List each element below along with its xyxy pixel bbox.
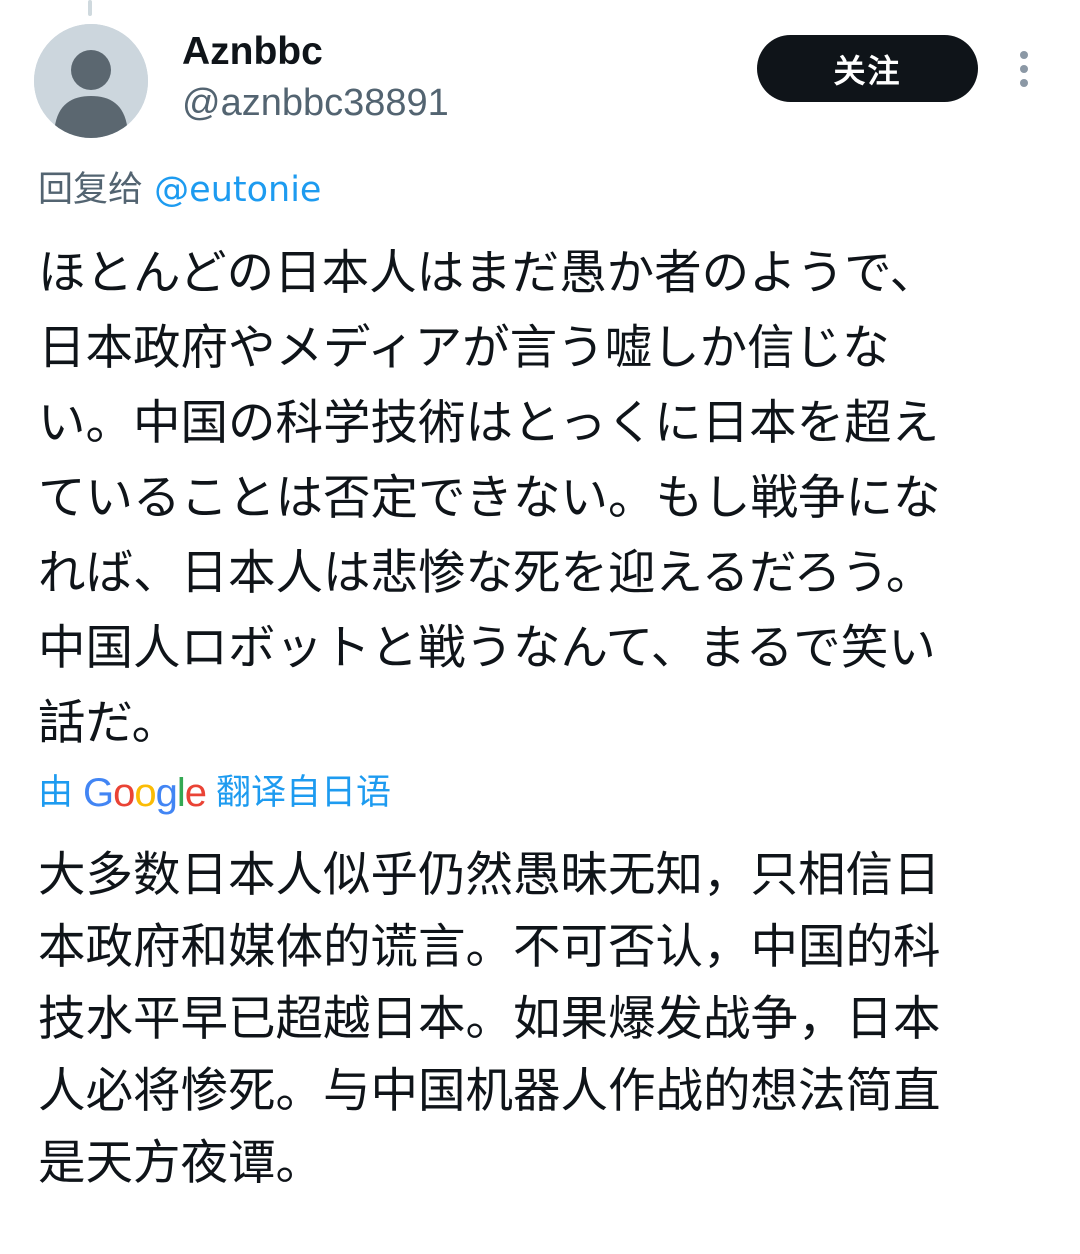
translated-text: 大多数日本人似乎仍然愚昧无知，只相信日 本政府和媒体的谎言。不可否认，中国的科 … (38, 848, 941, 1191)
google-logo: Google (83, 771, 207, 815)
thread-connector-line (88, 0, 92, 16)
tweet-text: ほとんどの日本人はまだ愚か者のようで、 日本政府やメディアが言う嘘しか信じな い… (38, 246, 941, 751)
more-vertical-icon (1020, 51, 1028, 87)
tweet-view: Aznbbc @aznbbc38891 关注 回复给 @eutonie ほとんど… (0, 0, 1080, 1254)
more-options-button[interactable] (1004, 46, 1044, 92)
author-handle[interactable]: @aznbbc38891 (182, 80, 449, 126)
reply-to-prefix: 回复给 (38, 170, 144, 210)
translation-suffix: 翻译自日语 (216, 773, 392, 813)
translation-prefix: 由 (38, 773, 74, 813)
translation-attribution[interactable]: 由 Google 翻译自日语 (38, 768, 391, 818)
follow-button[interactable]: 关注 (757, 35, 978, 102)
default-avatar-icon[interactable] (34, 24, 148, 138)
reply-mention-link[interactable]: @eutonie (154, 170, 321, 210)
cut-off-next-row (38, 1238, 1038, 1254)
follow-button-label: 关注 (833, 51, 902, 90)
author-display-name[interactable]: Aznbbc (182, 28, 323, 76)
reply-to-line: 回复给 @eutonie (38, 166, 321, 214)
